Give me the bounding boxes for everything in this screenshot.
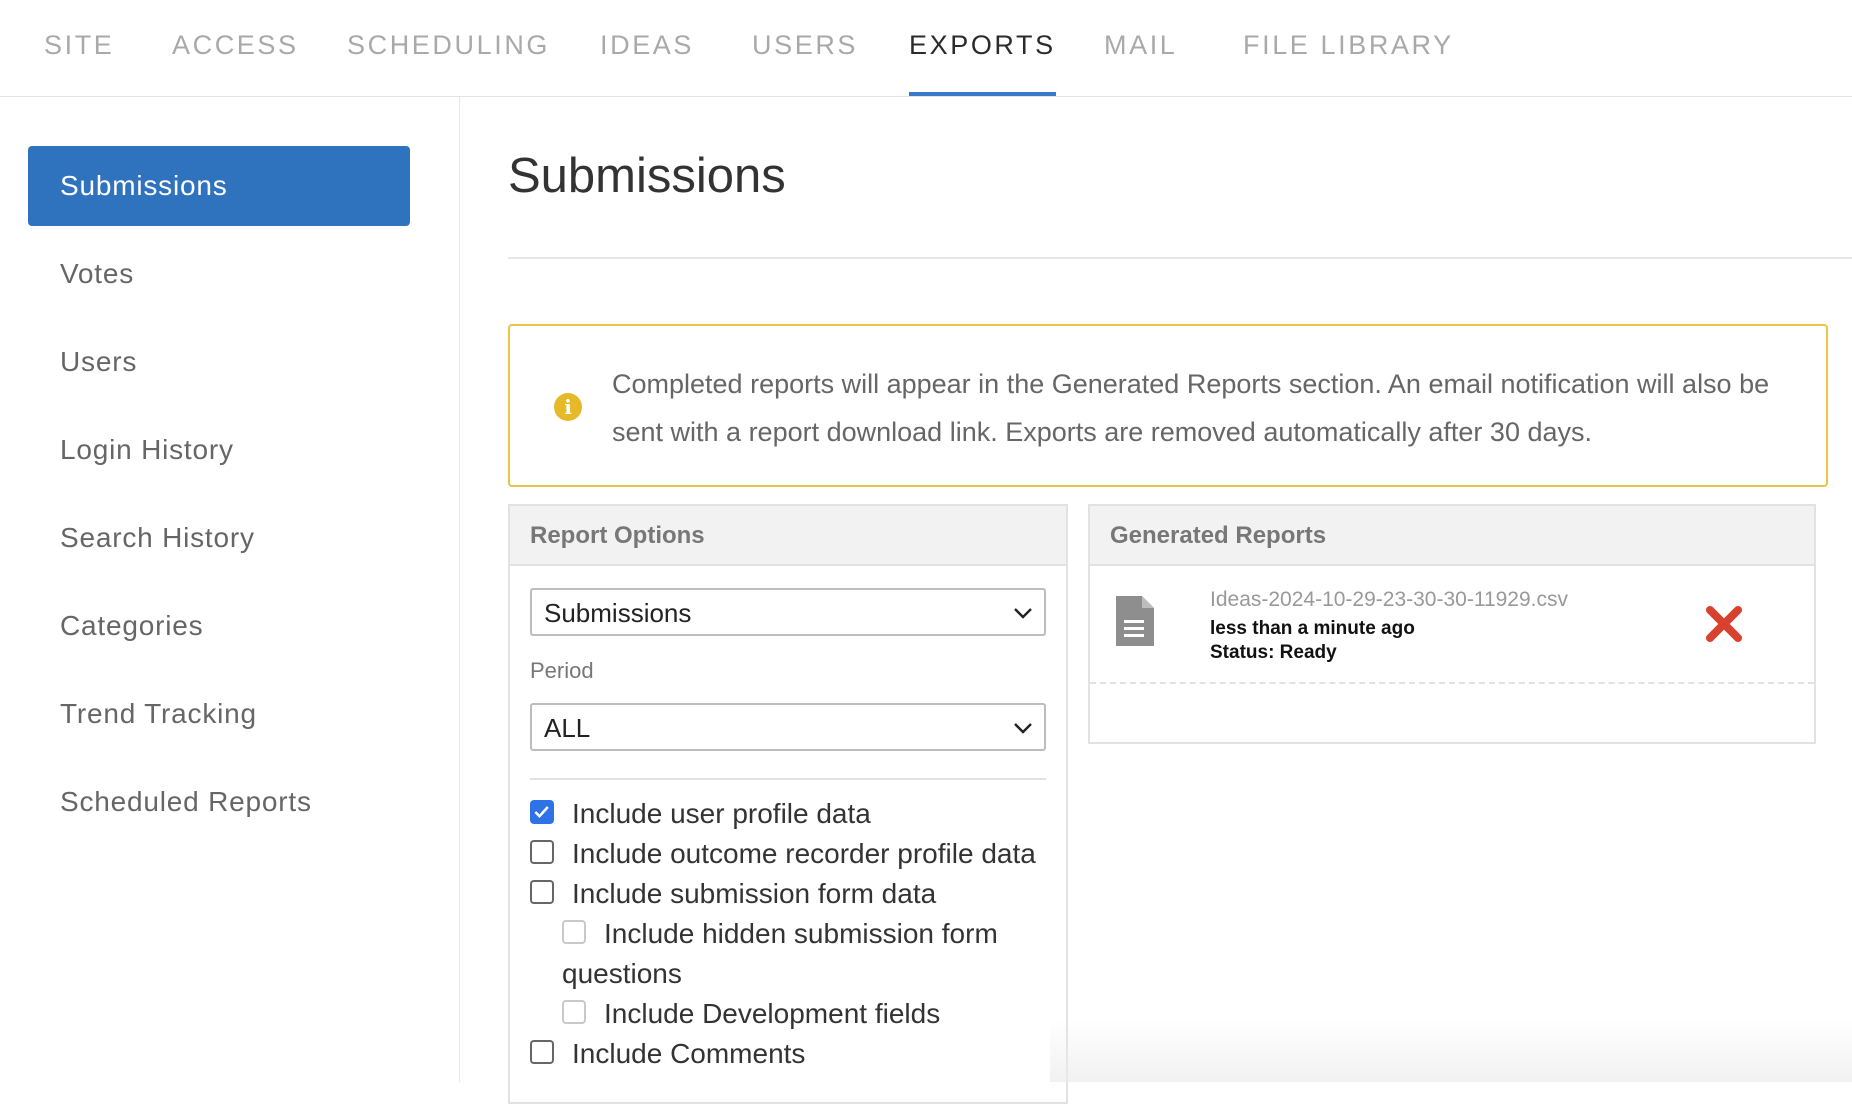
top-navigation: SITE ACCESS SCHEDULING IDEAS USERS EXPOR…	[0, 0, 1852, 97]
sidebar-item-categories[interactable]: Categories	[28, 586, 410, 666]
include-hidden-questions-checkbox[interactable]	[562, 920, 586, 944]
sidebar-item-users[interactable]: Users	[28, 322, 410, 402]
chevron-down-icon	[1014, 723, 1032, 734]
report-options-heading: Report Options	[510, 506, 1066, 566]
generated-reports-panel: Generated Reports Ideas-2024-10-29-23-30…	[1088, 504, 1816, 744]
info-notice: i Completed reports will appear in the G…	[508, 324, 1828, 487]
options-divider	[530, 778, 1046, 780]
period-select[interactable]: ALL	[530, 703, 1046, 751]
tab-access[interactable]: ACCESS	[172, 30, 299, 96]
chevron-down-icon	[1014, 608, 1032, 619]
period-label: Period	[530, 658, 594, 683]
tab-site[interactable]: SITE	[44, 30, 114, 96]
generated-reports-heading: Generated Reports	[1090, 506, 1814, 566]
sidebar-item-search-history[interactable]: Search History	[28, 498, 410, 578]
delete-report-button[interactable]	[1704, 604, 1744, 644]
sidebar-item-scheduled-reports[interactable]: Scheduled Reports	[28, 762, 410, 842]
include-development-fields-label: Include Development fields	[604, 998, 941, 1029]
include-user-profile-label: Include user profile data	[572, 798, 871, 829]
title-divider	[508, 257, 1852, 259]
tab-mail[interactable]: MAIL	[1104, 30, 1177, 96]
tab-exports[interactable]: EXPORTS	[909, 30, 1056, 96]
report-options-panel: Report Options Submissions Period ALL In…	[508, 504, 1068, 1104]
include-user-profile-checkbox[interactable]	[530, 800, 554, 824]
include-outcome-recorder-label: Include outcome recorder profile data	[572, 838, 1036, 869]
include-submission-form-checkbox[interactable]	[530, 880, 554, 904]
sidebar-item-trend-tracking[interactable]: Trend Tracking	[28, 674, 410, 754]
include-hidden-questions-label-cont: questions	[562, 958, 682, 989]
include-outcome-recorder-checkbox[interactable]	[530, 840, 554, 864]
tab-ideas[interactable]: IDEAS	[600, 30, 694, 96]
checkmark-icon	[534, 806, 549, 818]
include-hidden-questions-label: Include hidden submission form	[604, 918, 998, 949]
report-type-value: Submissions	[544, 598, 692, 628]
include-submission-form-label: Include submission form data	[572, 878, 937, 909]
include-development-fields-checkbox[interactable]	[562, 1000, 586, 1024]
report-item: Ideas-2024-10-29-23-30-30-11929.csv less…	[1090, 566, 1814, 684]
report-filename[interactable]: Ideas-2024-10-29-23-30-30-11929.csv	[1210, 588, 1568, 612]
report-item-divider	[1090, 682, 1814, 684]
page-title: Submissions	[508, 149, 786, 203]
sidebar-item-votes[interactable]: Votes	[28, 234, 410, 314]
tab-file-library[interactable]: FILE LIBRARY	[1243, 30, 1454, 96]
period-value: ALL	[544, 713, 591, 743]
report-type-select[interactable]: Submissions	[530, 588, 1046, 636]
include-comments-checkbox[interactable]	[530, 1040, 554, 1064]
sidebar: Submissions Votes Users Login History Se…	[0, 97, 460, 1082]
file-icon	[1116, 596, 1154, 646]
tab-scheduling[interactable]: SCHEDULING	[347, 30, 550, 96]
include-comments-label: Include Comments	[572, 1038, 806, 1069]
report-time: less than a minute ago	[1210, 618, 1415, 639]
bottom-shadow	[1050, 1020, 1852, 1082]
notice-text: Completed reports will appear in the Gen…	[612, 369, 1770, 447]
sidebar-item-submissions[interactable]: Submissions	[28, 146, 410, 226]
sidebar-item-login-history[interactable]: Login History	[28, 410, 410, 490]
tab-users[interactable]: USERS	[752, 30, 858, 96]
info-icon: i	[554, 393, 582, 421]
report-status: Status: Ready	[1210, 642, 1337, 663]
